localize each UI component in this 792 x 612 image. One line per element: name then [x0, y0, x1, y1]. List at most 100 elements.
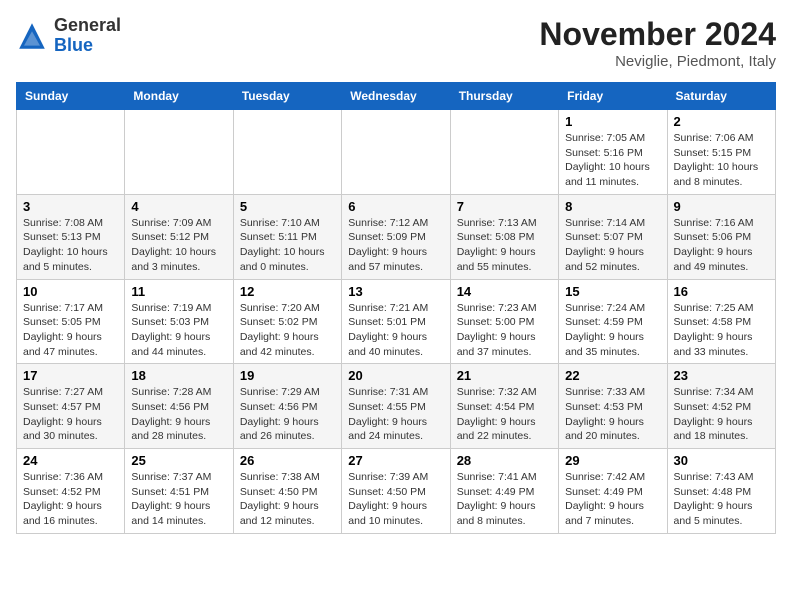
- weekday-header: Tuesday: [233, 83, 341, 110]
- logo-blue: Blue: [54, 35, 93, 55]
- logo: General Blue: [16, 16, 121, 56]
- day-number: 28: [457, 453, 552, 468]
- calendar-week-row: 1 Sunrise: 7:05 AMSunset: 5:16 PMDaylight…: [17, 110, 776, 195]
- day-number: 15: [565, 284, 660, 299]
- calendar-cell: 7Sunrise: 7:13 AMSunset: 5:08 PMDaylight…: [450, 194, 558, 279]
- day-number: 23: [674, 368, 769, 383]
- calendar-cell: 12Sunrise: 7:20 AMSunset: 5:02 PMDayligh…: [233, 279, 341, 364]
- month-title: November 2024: [539, 16, 776, 53]
- calendar-week-row: 24 Sunrise: 7:36 AMSunset: 4:52 PMDayligh…: [17, 449, 776, 534]
- calendar-cell: 18 Sunrise: 7:28 AMSunset: 4:56 PMDayligh…: [125, 364, 233, 449]
- day-info: Sunrise: 7:42 AMSunset: 4:49 PMDaylight:…: [565, 470, 660, 529]
- location-subtitle: Neviglie, Piedmont, Italy: [539, 53, 776, 70]
- calendar-cell: 19 Sunrise: 7:29 AMSunset: 4:56 PMDayligh…: [233, 364, 341, 449]
- calendar-cell: 28 Sunrise: 7:41 AMSunset: 4:49 PMDayligh…: [450, 449, 558, 534]
- calendar-cell: [342, 110, 450, 195]
- calendar-cell: 30Sunrise: 7:43 AMSunset: 4:48 PMDayligh…: [667, 449, 775, 534]
- day-number: 9: [674, 199, 769, 214]
- calendar-cell: [17, 110, 125, 195]
- day-number: 12: [240, 284, 335, 299]
- day-info: Sunrise: 7:39 AMSunset: 4:50 PMDaylight:…: [348, 470, 443, 529]
- day-info: Sunrise: 7:12 AMSunset: 5:09 PMDaylight:…: [348, 216, 443, 275]
- calendar-cell: 17 Sunrise: 7:27 AMSunset: 4:57 PMDayligh…: [17, 364, 125, 449]
- day-number: 21: [457, 368, 552, 383]
- day-number: 10: [23, 284, 118, 299]
- day-info: Sunrise: 7:34 AMSunset: 4:52 PMDaylight:…: [674, 385, 769, 444]
- calendar-cell: 13Sunrise: 7:21 AMSunset: 5:01 PMDayligh…: [342, 279, 450, 364]
- header: General Blue November 2024 Neviglie, Pie…: [16, 16, 776, 70]
- weekday-header: Friday: [559, 83, 667, 110]
- day-info: Sunrise: 7:24 AMSunset: 4:59 PMDaylight:…: [565, 301, 660, 360]
- day-number: 1: [565, 114, 660, 129]
- day-info: Sunrise: 7:41 AMSunset: 4:49 PMDaylight:…: [457, 470, 552, 529]
- day-info: Sunrise: 7:28 AMSunset: 4:56 PMDaylight:…: [131, 385, 226, 444]
- day-info: Sunrise: 7:19 AMSunset: 5:03 PMDaylight:…: [131, 301, 226, 360]
- day-info: Sunrise: 7:14 AMSunset: 5:07 PMDaylight:…: [565, 216, 660, 275]
- day-number: 22: [565, 368, 660, 383]
- calendar-cell: 6 Sunrise: 7:12 AMSunset: 5:09 PMDaylight…: [342, 194, 450, 279]
- day-info: Sunrise: 7:29 AMSunset: 4:56 PMDaylight:…: [240, 385, 335, 444]
- calendar-cell: 5 Sunrise: 7:10 AMSunset: 5:11 PMDaylight…: [233, 194, 341, 279]
- weekday-header: Thursday: [450, 83, 558, 110]
- day-number: 2: [674, 114, 769, 129]
- day-info: Sunrise: 7:08 AMSunset: 5:13 PMDaylight:…: [23, 216, 118, 275]
- day-number: 29: [565, 453, 660, 468]
- calendar-cell: 24 Sunrise: 7:36 AMSunset: 4:52 PMDayligh…: [17, 449, 125, 534]
- day-number: 17: [23, 368, 118, 383]
- weekday-header: Saturday: [667, 83, 775, 110]
- day-number: 19: [240, 368, 335, 383]
- calendar-cell: [125, 110, 233, 195]
- day-info: Sunrise: 7:43 AMSunset: 4:48 PMDaylight:…: [674, 470, 769, 529]
- day-number: 24: [23, 453, 118, 468]
- day-number: 6: [348, 199, 443, 214]
- day-number: 7: [457, 199, 552, 214]
- calendar-cell: [450, 110, 558, 195]
- day-info: Sunrise: 7:16 AMSunset: 5:06 PMDaylight:…: [674, 216, 769, 275]
- day-info: Sunrise: 7:36 AMSunset: 4:52 PMDaylight:…: [23, 470, 118, 529]
- calendar-week-row: 17 Sunrise: 7:27 AMSunset: 4:57 PMDayligh…: [17, 364, 776, 449]
- day-number: 20: [348, 368, 443, 383]
- day-info: Sunrise: 7:05 AMSunset: 5:16 PMDaylight:…: [565, 131, 660, 190]
- day-number: 4: [131, 199, 226, 214]
- day-info: Sunrise: 7:10 AMSunset: 5:11 PMDaylight:…: [240, 216, 335, 275]
- weekday-header: Wednesday: [342, 83, 450, 110]
- day-info: Sunrise: 7:31 AMSunset: 4:55 PMDaylight:…: [348, 385, 443, 444]
- calendar-cell: 14Sunrise: 7:23 AMSunset: 5:00 PMDayligh…: [450, 279, 558, 364]
- weekday-header: Sunday: [17, 83, 125, 110]
- calendar-cell: [233, 110, 341, 195]
- calendar-week-row: 3 Sunrise: 7:08 AMSunset: 5:13 PMDaylight…: [17, 194, 776, 279]
- day-info: Sunrise: 7:27 AMSunset: 4:57 PMDaylight:…: [23, 385, 118, 444]
- calendar-cell: 16 Sunrise: 7:25 AMSunset: 4:58 PMDayligh…: [667, 279, 775, 364]
- title-area: November 2024 Neviglie, Piedmont, Italy: [539, 16, 776, 70]
- calendar-cell: 2 Sunrise: 7:06 AMSunset: 5:15 PMDaylight…: [667, 110, 775, 195]
- calendar-cell: 20 Sunrise: 7:31 AMSunset: 4:55 PMDayligh…: [342, 364, 450, 449]
- day-info: Sunrise: 7:23 AMSunset: 5:00 PMDaylight:…: [457, 301, 552, 360]
- logo-icon: [16, 20, 48, 52]
- calendar-cell: 22 Sunrise: 7:33 AMSunset: 4:53 PMDayligh…: [559, 364, 667, 449]
- day-info: Sunrise: 7:32 AMSunset: 4:54 PMDaylight:…: [457, 385, 552, 444]
- calendar-cell: 27Sunrise: 7:39 AMSunset: 4:50 PMDayligh…: [342, 449, 450, 534]
- day-number: 26: [240, 453, 335, 468]
- day-number: 5: [240, 199, 335, 214]
- weekday-header: Monday: [125, 83, 233, 110]
- day-info: Sunrise: 7:25 AMSunset: 4:58 PMDaylight:…: [674, 301, 769, 360]
- calendar-cell: 1 Sunrise: 7:05 AMSunset: 5:16 PMDaylight…: [559, 110, 667, 195]
- calendar-cell: 23 Sunrise: 7:34 AMSunset: 4:52 PMDayligh…: [667, 364, 775, 449]
- calendar-cell: 10Sunrise: 7:17 AMSunset: 5:05 PMDayligh…: [17, 279, 125, 364]
- day-number: 11: [131, 284, 226, 299]
- day-number: 3: [23, 199, 118, 214]
- day-number: 18: [131, 368, 226, 383]
- day-info: Sunrise: 7:38 AMSunset: 4:50 PMDaylight:…: [240, 470, 335, 529]
- day-number: 16: [674, 284, 769, 299]
- day-number: 25: [131, 453, 226, 468]
- calendar-cell: 21 Sunrise: 7:32 AMSunset: 4:54 PMDayligh…: [450, 364, 558, 449]
- calendar-cell: 8 Sunrise: 7:14 AMSunset: 5:07 PMDaylight…: [559, 194, 667, 279]
- day-info: Sunrise: 7:09 AMSunset: 5:12 PMDaylight:…: [131, 216, 226, 275]
- day-info: Sunrise: 7:37 AMSunset: 4:51 PMDaylight:…: [131, 470, 226, 529]
- calendar-cell: 11 Sunrise: 7:19 AMSunset: 5:03 PMDayligh…: [125, 279, 233, 364]
- day-number: 8: [565, 199, 660, 214]
- calendar-cell: 3 Sunrise: 7:08 AMSunset: 5:13 PMDaylight…: [17, 194, 125, 279]
- day-info: Sunrise: 7:33 AMSunset: 4:53 PMDaylight:…: [565, 385, 660, 444]
- day-info: Sunrise: 7:06 AMSunset: 5:15 PMDaylight:…: [674, 131, 769, 190]
- day-info: Sunrise: 7:21 AMSunset: 5:01 PMDaylight:…: [348, 301, 443, 360]
